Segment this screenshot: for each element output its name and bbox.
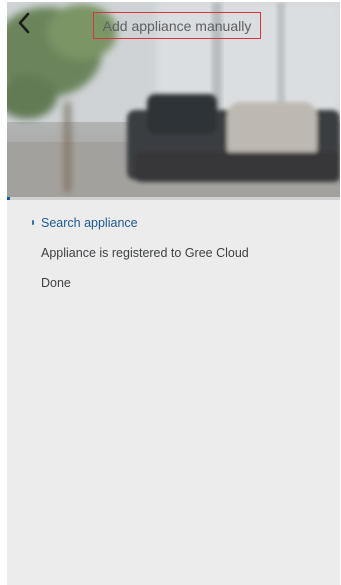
app-screen: Add appliance manually Search appliance … xyxy=(7,2,340,585)
chevron-left-icon xyxy=(18,12,30,34)
step-list: Search appliance Appliance is registered… xyxy=(7,212,340,302)
step-label: Done xyxy=(41,276,71,290)
progress-bar xyxy=(7,197,340,200)
page-title-box: Add appliance manually xyxy=(93,12,261,39)
step-search-appliance: Search appliance xyxy=(7,212,340,242)
header-background-image: Add appliance manually xyxy=(7,2,340,198)
step-label: Search appliance xyxy=(41,216,138,230)
step-registered-to-cloud: Appliance is registered to Gree Cloud xyxy=(7,242,340,272)
progress-bar-fill xyxy=(7,197,11,200)
back-button[interactable] xyxy=(17,12,41,40)
step-done: Done xyxy=(7,272,340,302)
active-step-indicator xyxy=(32,220,34,225)
page-title: Add appliance manually xyxy=(102,17,252,34)
step-label: Appliance is registered to Gree Cloud xyxy=(41,246,249,260)
